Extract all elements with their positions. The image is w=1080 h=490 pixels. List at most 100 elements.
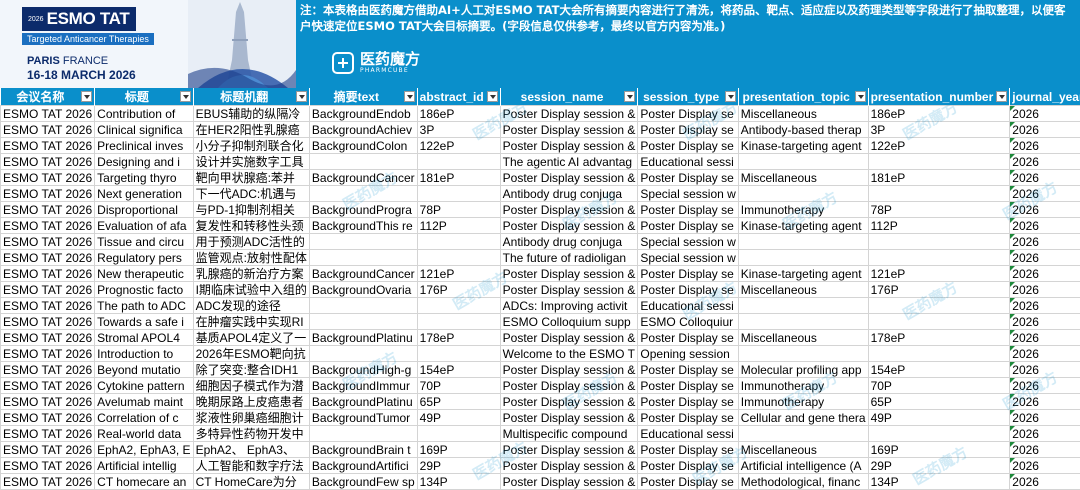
table-cell[interactable]: Poster Display se — [638, 170, 738, 186]
table-cell[interactable]: Poster Display se — [638, 362, 738, 378]
table-cell[interactable]: 细胞因子模式作为潜 — [193, 378, 309, 394]
table-cell[interactable] — [868, 186, 1010, 202]
table-cell[interactable]: ESMO TAT 2026 — [1, 378, 95, 394]
table-cell[interactable]: 2026 — [1010, 154, 1080, 170]
column-header[interactable]: 标题 — [95, 88, 193, 106]
table-cell[interactable]: ESMO TAT 2026 — [1, 298, 95, 314]
table-cell[interactable]: Poster Display se — [638, 202, 738, 218]
table-cell[interactable]: ESMO TAT 2026 — [1, 218, 95, 234]
column-header[interactable]: journal_year — [1010, 88, 1080, 106]
table-cell[interactable]: Kinase-targeting agent — [738, 218, 868, 234]
table-cell[interactable]: Poster Display se — [638, 458, 738, 474]
table-cell[interactable]: Targeting thyro — [95, 170, 193, 186]
table-cell[interactable]: New therapeutic — [95, 266, 193, 282]
table-cell[interactable]: 2026 — [1010, 122, 1080, 138]
table-cell[interactable]: ESMO TAT 2026 — [1, 202, 95, 218]
table-cell[interactable] — [309, 314, 417, 330]
table-cell[interactable] — [417, 298, 500, 314]
table-cell[interactable]: 122eP — [417, 138, 500, 154]
table-cell[interactable]: Poster Display session & — [500, 442, 638, 458]
table-cell[interactable]: Poster Display session & — [500, 266, 638, 282]
table-cell[interactable]: 186eP — [868, 106, 1010, 122]
table-cell[interactable]: 靶向甲状腺癌:苯并 — [193, 170, 309, 186]
table-cell[interactable] — [417, 426, 500, 442]
table-cell[interactable]: Poster Display session & — [500, 170, 638, 186]
table-cell[interactable]: 基质APOL4定义了一 — [193, 330, 309, 346]
table-cell[interactable]: 2026 — [1010, 234, 1080, 250]
table-cell[interactable]: ESMO TAT 2026 — [1, 186, 95, 202]
table-cell[interactable]: Special session w — [638, 234, 738, 250]
table-cell[interactable]: Antibody drug conjuga — [500, 234, 638, 250]
table-cell[interactable]: ESMO TAT 2026 — [1, 426, 95, 442]
table-cell[interactable]: 2026 — [1010, 458, 1080, 474]
table-cell[interactable]: Towards a safe i — [95, 314, 193, 330]
table-cell[interactable]: 154eP — [868, 362, 1010, 378]
table-cell[interactable]: 2026 — [1010, 186, 1080, 202]
table-cell[interactable]: 监管观点:放射性配体 — [193, 250, 309, 266]
table-cell[interactable]: ESMO TAT 2026 — [1, 234, 95, 250]
table-cell[interactable]: 169P — [868, 442, 1010, 458]
table-cell[interactable]: CT HomeCare为分 — [193, 474, 309, 490]
table-cell[interactable]: Molecular profiling app — [738, 362, 868, 378]
table-cell[interactable] — [738, 298, 868, 314]
table-cell[interactable]: 121eP — [417, 266, 500, 282]
table-cell[interactable]: 178eP — [417, 330, 500, 346]
table-cell[interactable]: ESMO Colloquiur — [638, 314, 738, 330]
table-cell[interactable]: 3P — [868, 122, 1010, 138]
table-cell[interactable]: ESMO TAT 2026 — [1, 314, 95, 330]
column-header[interactable]: presentation_number — [868, 88, 1010, 106]
table-cell[interactable]: Poster Display se — [638, 378, 738, 394]
table-cell[interactable]: ESMO TAT 2026 — [1, 442, 95, 458]
table-cell[interactable]: 用于预测ADC活性的 — [193, 234, 309, 250]
filter-dropdown-icon[interactable] — [624, 91, 635, 102]
table-cell[interactable]: 176P — [868, 282, 1010, 298]
table-cell[interactable]: Poster Display se — [638, 138, 738, 154]
table-cell[interactable]: 2026 — [1010, 266, 1080, 282]
table-cell[interactable]: ESMO TAT 2026 — [1, 410, 95, 426]
table-cell[interactable] — [868, 346, 1010, 362]
table-cell[interactable]: Poster Display session & — [500, 282, 638, 298]
table-cell[interactable]: Prognostic facto — [95, 282, 193, 298]
table-cell[interactable]: BackgroundCancer — [309, 170, 417, 186]
table-cell[interactable]: Opening session — [638, 346, 738, 362]
column-header[interactable]: 会议名称 — [1, 88, 95, 106]
table-cell[interactable] — [738, 426, 868, 442]
table-cell[interactable]: ESMO Colloquium supp — [500, 314, 638, 330]
table-cell[interactable]: 112P — [868, 218, 1010, 234]
table-cell[interactable]: Artificial intelligence (A — [738, 458, 868, 474]
table-cell[interactable]: 78P — [868, 202, 1010, 218]
table-cell[interactable]: Miscellaneous — [738, 282, 868, 298]
table-cell[interactable]: 29P — [417, 458, 500, 474]
table-cell[interactable]: Kinase-targeting agent — [738, 266, 868, 282]
table-cell[interactable]: Miscellaneous — [738, 170, 868, 186]
table-cell[interactable]: Poster Display se — [638, 106, 738, 122]
table-cell[interactable]: EphA2, EphA3, E — [95, 442, 193, 458]
table-cell[interactable]: Special session w — [638, 186, 738, 202]
table-cell[interactable] — [309, 298, 417, 314]
table-cell[interactable]: 与PD-1抑制剂相关 — [193, 202, 309, 218]
table-cell[interactable] — [417, 234, 500, 250]
table-cell[interactable]: Artificial intellig — [95, 458, 193, 474]
table-cell[interactable]: 2026 — [1010, 106, 1080, 122]
column-header[interactable]: 标题机翻 — [193, 88, 309, 106]
table-cell[interactable]: Poster Display se — [638, 266, 738, 282]
table-cell[interactable]: BackgroundImmur — [309, 378, 417, 394]
table-cell[interactable]: ESMO TAT 2026 — [1, 154, 95, 170]
table-cell[interactable]: Beyond mutatio — [95, 362, 193, 378]
table-cell[interactable] — [868, 234, 1010, 250]
table-cell[interactable]: 2026 — [1010, 362, 1080, 378]
filter-dropdown-icon[interactable] — [404, 91, 415, 102]
table-cell[interactable]: BackgroundPlatinu — [309, 394, 417, 410]
table-cell[interactable]: Educational sessi — [638, 154, 738, 170]
table-cell[interactable]: Clinical significa — [95, 122, 193, 138]
table-cell[interactable]: Tissue and circu — [95, 234, 193, 250]
table-cell[interactable]: Poster Display session & — [500, 330, 638, 346]
table-cell[interactable]: Special session w — [638, 250, 738, 266]
table-cell[interactable] — [738, 314, 868, 330]
table-cell[interactable]: 49P — [417, 410, 500, 426]
table-cell[interactable]: Poster Display session & — [500, 394, 638, 410]
table-cell[interactable]: Antibody-based therap — [738, 122, 868, 138]
filter-dropdown-icon[interactable] — [180, 91, 191, 102]
table-cell[interactable]: 设计并实施数字工具 — [193, 154, 309, 170]
table-cell[interactable]: BackgroundProgra — [309, 202, 417, 218]
